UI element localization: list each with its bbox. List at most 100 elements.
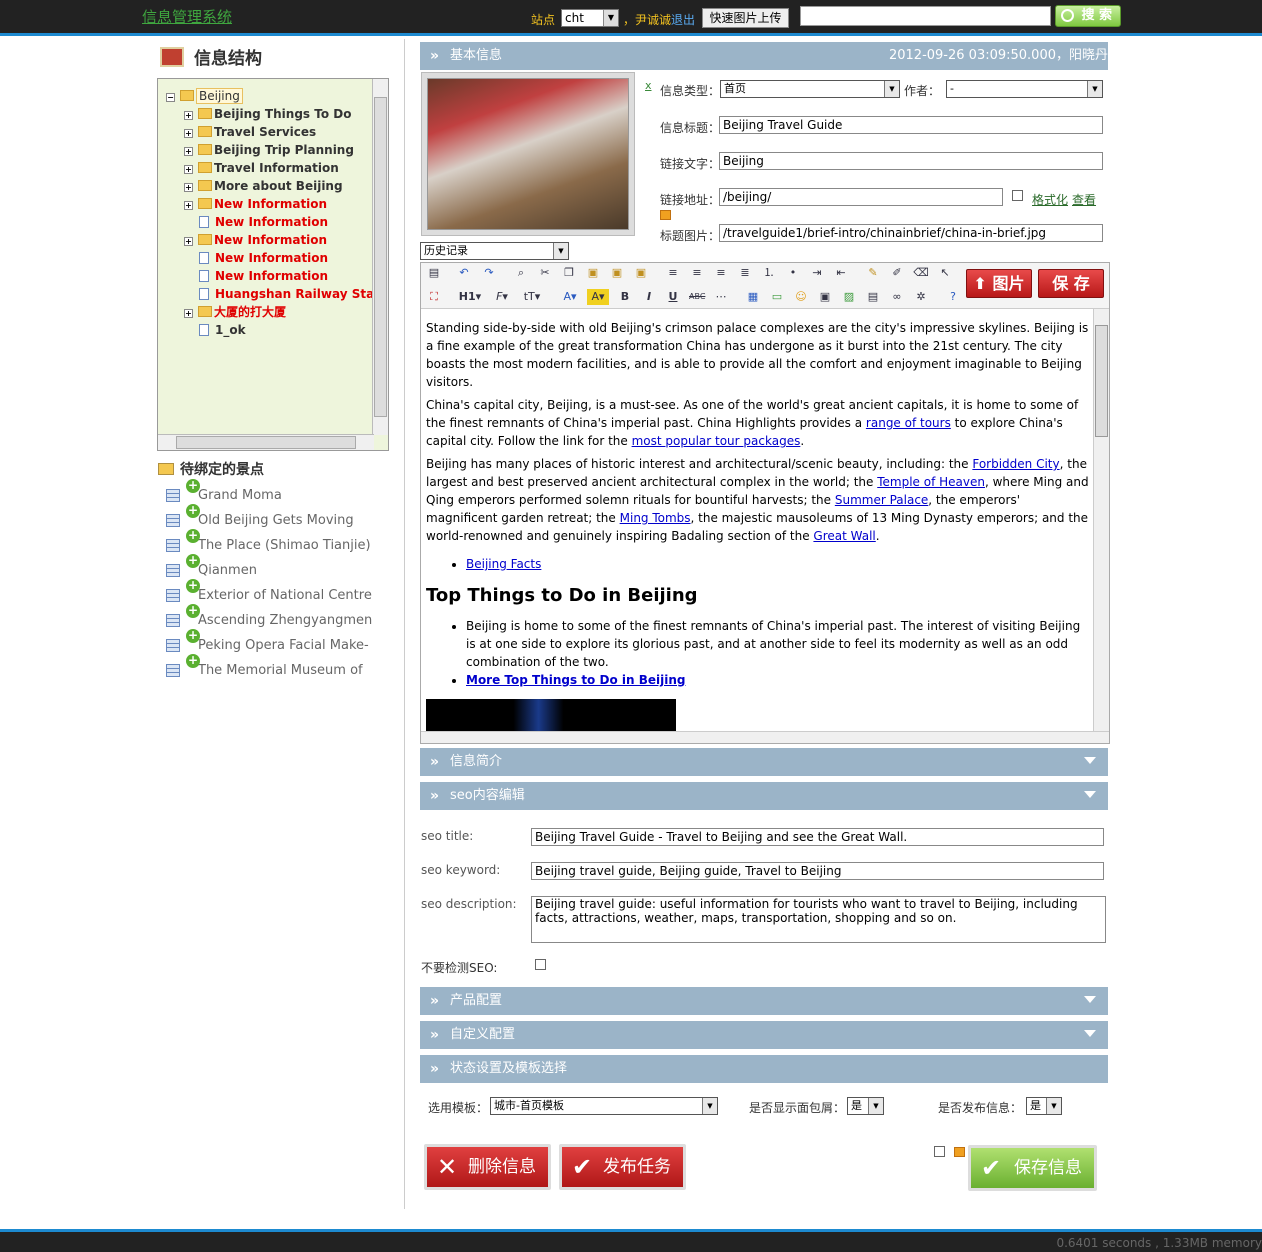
pending-attraction-item[interactable]: + Grand Moma bbox=[166, 479, 282, 503]
add-icon[interactable]: + bbox=[186, 554, 200, 568]
seo-section-bar[interactable]: » seo内容编辑 bbox=[420, 782, 1108, 810]
emoticon-icon[interactable]: ☺ bbox=[793, 289, 809, 305]
tree-node[interactable]: + New Information bbox=[184, 231, 327, 249]
format-checkbox[interactable] bbox=[1012, 190, 1023, 201]
link-text-input[interactable]: Beijing bbox=[719, 152, 1103, 170]
insert-row-icon[interactable]: ▭ bbox=[769, 289, 785, 305]
image-icon[interactable]: ▣ bbox=[817, 289, 833, 305]
pending-attraction-item[interactable]: + Qianmen bbox=[166, 554, 257, 578]
summary-section-bar[interactable]: » 信息简介 bbox=[420, 748, 1108, 776]
format-brush-icon[interactable]: ✎ bbox=[865, 265, 881, 281]
summer-palace-link[interactable]: Summer Palace bbox=[835, 493, 928, 507]
add-icon[interactable]: + bbox=[186, 504, 200, 518]
site-select[interactable]: cht ▼ bbox=[561, 9, 619, 27]
status-section-bar[interactable]: » 状态设置及模板选择 bbox=[420, 1055, 1108, 1083]
seo-title-input[interactable]: Beijing Travel Guide - Travel to Beijing… bbox=[531, 828, 1104, 846]
remove-image-link[interactable]: x bbox=[645, 79, 652, 92]
link-icon[interactable]: ∞ bbox=[889, 289, 905, 305]
app-title-link[interactable]: 信息管理系统 bbox=[142, 6, 232, 27]
italic-icon[interactable]: I bbox=[641, 289, 657, 305]
tree-node[interactable]: New Information bbox=[184, 213, 328, 231]
justify-icon[interactable]: ≣ bbox=[737, 265, 753, 281]
view-link[interactable]: 查看 bbox=[1072, 191, 1096, 208]
ming-tombs-link[interactable]: Ming Tombs bbox=[620, 511, 691, 525]
pending-attraction-item[interactable]: + The Place (Shimao Tianjie) bbox=[166, 529, 371, 553]
add-icon[interactable]: + bbox=[186, 629, 200, 643]
quick-upload-button[interactable]: 快速图片上传 bbox=[702, 8, 789, 28]
tree-node[interactable]: New Information bbox=[184, 249, 328, 267]
tree-node[interactable]: + 大厦的打大厦 bbox=[184, 303, 286, 321]
publish-task-button[interactable]: ✔ 发布任务 bbox=[559, 1144, 686, 1190]
strikethrough-icon[interactable]: ABC bbox=[689, 289, 705, 305]
basic-info-bar[interactable]: » 基本信息 2012-09-26 03:09:50.000，阳晓丹 bbox=[420, 42, 1108, 70]
paste-icon[interactable]: ▣ bbox=[585, 265, 601, 281]
expand-icon[interactable]: + bbox=[184, 129, 193, 138]
info-type-select[interactable]: 首页 ▼ bbox=[720, 80, 900, 98]
preview-icon[interactable]: ⌕ bbox=[513, 265, 529, 281]
breadcrumb-select[interactable]: 是 ▼ bbox=[847, 1097, 884, 1115]
pending-attraction-item[interactable]: + Peking Opera Facial Make- bbox=[166, 629, 369, 653]
insert-image-button[interactable]: ⬆ 图片 bbox=[966, 269, 1032, 298]
scroll-thumb[interactable] bbox=[1095, 325, 1108, 437]
editor-scrollbar[interactable] bbox=[1093, 309, 1109, 731]
eraser-icon[interactable]: ⌫ bbox=[913, 265, 929, 281]
fullscreen-icon[interactable]: ⛶ bbox=[426, 289, 442, 305]
source-icon[interactable]: ▤ bbox=[426, 265, 442, 281]
collapse-icon[interactable]: − bbox=[166, 93, 175, 102]
link-url-input[interactable]: /beijing/ bbox=[719, 188, 1003, 206]
info-title-input[interactable]: Beijing Travel Guide bbox=[719, 116, 1103, 134]
forbidden-city-link[interactable]: Forbidden City bbox=[972, 457, 1059, 471]
expand-icon[interactable]: + bbox=[184, 147, 193, 156]
tree-node[interactable]: Huangshan Railway Sta bbox=[184, 285, 374, 303]
history-select[interactable]: 历史记录 ▼ bbox=[420, 242, 569, 260]
bold-icon[interactable]: B bbox=[617, 289, 633, 305]
scroll-thumb[interactable] bbox=[176, 436, 356, 449]
tree-node[interactable]: + Travel Services bbox=[184, 123, 316, 141]
align-center-icon[interactable]: ≡ bbox=[689, 265, 705, 281]
redo-icon[interactable]: ↷ bbox=[481, 265, 497, 281]
delete-button[interactable]: ✕ 删除信息 bbox=[424, 1144, 551, 1190]
more-things-link[interactable]: More Top Things to Do in Beijing bbox=[466, 673, 685, 687]
editor-save-button[interactable]: 保 存 bbox=[1038, 269, 1104, 298]
author-select[interactable]: - ▼ bbox=[946, 80, 1103, 98]
align-right-icon[interactable]: ≡ bbox=[713, 265, 729, 281]
copy-icon[interactable]: ❐ bbox=[561, 265, 577, 281]
font-size-icon[interactable]: tT▾ bbox=[521, 289, 543, 305]
tree-node[interactable]: − Beijing bbox=[166, 87, 243, 105]
select-all-icon[interactable]: ↖ bbox=[937, 265, 953, 281]
editor-resize-handle[interactable] bbox=[421, 731, 1109, 743]
beijing-facts-link[interactable]: Beijing Facts bbox=[466, 557, 541, 571]
tree-node[interactable]: + New Information bbox=[184, 195, 327, 213]
paste-text-icon[interactable]: ▣ bbox=[609, 265, 625, 281]
font-family-icon[interactable]: F▾ bbox=[491, 289, 513, 305]
add-icon[interactable]: + bbox=[186, 604, 200, 618]
pending-attraction-item[interactable]: + Ascending Zhengyangmen bbox=[166, 604, 372, 628]
tree-node[interactable]: + Beijing Trip Planning bbox=[184, 141, 354, 159]
format-link[interactable]: 格式化 bbox=[1032, 191, 1068, 208]
tree-node[interactable]: 1_ok bbox=[184, 321, 246, 339]
cut-icon[interactable]: ✂ bbox=[537, 265, 553, 281]
expand-icon[interactable]: + bbox=[184, 309, 193, 318]
page-break-icon[interactable]: ⋯ bbox=[713, 289, 729, 305]
temple-of-heaven-link[interactable]: Temple of Heaven bbox=[877, 475, 985, 489]
no-seo-check-checkbox[interactable] bbox=[535, 959, 546, 970]
tree-horizontal-scrollbar[interactable] bbox=[158, 434, 374, 450]
publish-select[interactable]: 是 ▼ bbox=[1026, 1097, 1062, 1115]
pending-attraction-item[interactable]: + Exterior of National Centre bbox=[166, 579, 372, 603]
add-icon[interactable]: + bbox=[186, 654, 200, 668]
clear-format-icon[interactable]: ✐ bbox=[889, 265, 905, 281]
great-wall-link[interactable]: Great Wall bbox=[813, 529, 875, 543]
indent-icon[interactable]: ⇥ bbox=[809, 265, 825, 281]
title-image-input[interactable]: /travelguide1/brief-intro/chinainbrief/c… bbox=[719, 224, 1103, 242]
expand-icon[interactable]: + bbox=[184, 183, 193, 192]
flash-icon[interactable]: ▨ bbox=[841, 289, 857, 305]
paste-word-icon[interactable]: ▣ bbox=[633, 265, 649, 281]
align-left-icon[interactable]: ≡ bbox=[665, 265, 681, 281]
tree-node[interactable]: New Information bbox=[184, 267, 328, 285]
custom-section-bar[interactable]: » 自定义配置 bbox=[420, 1021, 1108, 1049]
product-section-bar[interactable]: » 产品配置 bbox=[420, 987, 1108, 1015]
popular-tours-link[interactable]: most popular tour packages bbox=[632, 434, 801, 448]
heading-icon[interactable]: H1▾ bbox=[456, 289, 484, 305]
tree-vertical-scrollbar[interactable] bbox=[372, 79, 388, 435]
seo-description-textarea[interactable]: Beijing travel guide: useful information… bbox=[531, 896, 1106, 943]
